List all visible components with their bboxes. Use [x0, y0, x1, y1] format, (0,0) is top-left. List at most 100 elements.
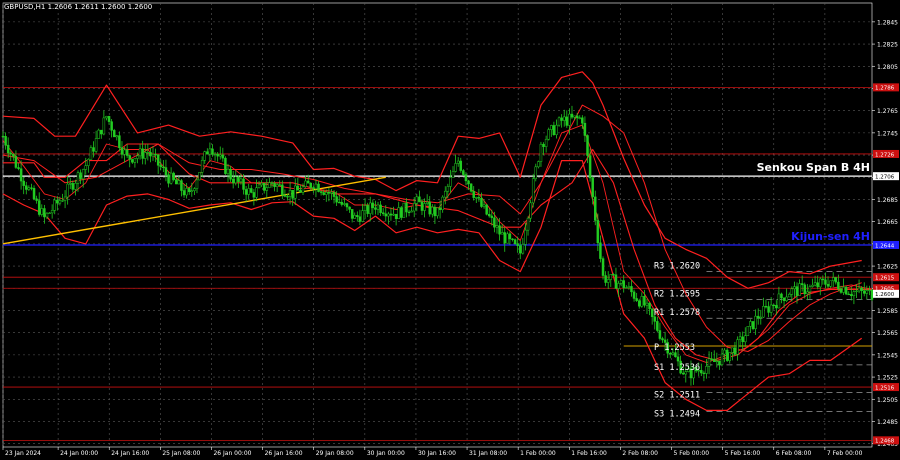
- candle-body: [286, 196, 289, 198]
- candle-body: [661, 338, 664, 341]
- y-tick-label: 1.2685: [877, 197, 898, 204]
- grid: [2, 2, 873, 448]
- x-tick-label: 1 Feb 00:00: [520, 450, 556, 457]
- candle-body: [84, 165, 88, 170]
- candle-body: [371, 202, 375, 209]
- candle-body: [808, 286, 812, 293]
- candle-body: [868, 289, 871, 292]
- candle-body: [350, 209, 354, 219]
- candle-body: [216, 153, 219, 157]
- candle-body: [495, 225, 499, 228]
- candle-body: [97, 129, 100, 139]
- candle-body: [250, 188, 253, 193]
- candle-body: [257, 184, 261, 189]
- price-chart[interactable]: 1.28451.28251.28051.27851.27651.27451.27…: [0, 0, 900, 460]
- candle-body: [275, 184, 279, 188]
- candle-body: [449, 177, 452, 187]
- candle-body: [369, 202, 372, 214]
- candle-body: [674, 352, 677, 358]
- candle-body: [291, 190, 294, 199]
- x-tick-label: 6 Feb 08:00: [776, 450, 812, 457]
- candle-body: [162, 166, 165, 169]
- candle-body: [676, 356, 680, 362]
- candle-body: [193, 188, 196, 191]
- candle-body: [669, 352, 672, 355]
- candle-body: [594, 196, 597, 221]
- candle-body: [224, 157, 227, 174]
- candle-body: [480, 198, 483, 207]
- candle-body: [451, 171, 455, 178]
- candle-body: [860, 287, 863, 291]
- candle-body: [459, 160, 463, 171]
- candle-body: [387, 213, 390, 217]
- candle-body: [606, 279, 610, 283]
- candle-body: [534, 166, 538, 179]
- candle-body: [356, 215, 359, 217]
- candle-body: [149, 152, 152, 157]
- y-tick-label: 1.2525: [877, 375, 898, 382]
- candle-body: [640, 296, 644, 307]
- candle-body: [456, 160, 460, 164]
- upper-band-line: [2, 71, 862, 289]
- candle-body: [327, 192, 331, 194]
- x-tick-label: 1 Feb 16:00: [571, 450, 607, 457]
- candle-body: [702, 372, 706, 375]
- candle-body: [4, 136, 7, 146]
- candle-body: [87, 159, 90, 166]
- candle-body: [806, 291, 809, 295]
- candle-body: [12, 153, 15, 157]
- candle-body: [221, 154, 225, 159]
- candle-body: [482, 204, 486, 207]
- pivot-label: P 1.2553: [654, 343, 695, 353]
- candle-body: [777, 293, 781, 309]
- candle-body: [195, 179, 199, 189]
- price-candles[interactable]: [1, 105, 874, 386]
- candle-body: [219, 154, 222, 157]
- candle-body: [681, 372, 685, 375]
- candle-body: [337, 201, 341, 204]
- candle-body: [304, 180, 307, 187]
- candle-body: [22, 180, 25, 186]
- candle-body: [226, 168, 230, 174]
- candle-body: [407, 211, 411, 214]
- candle-body: [376, 204, 380, 210]
- candle-body: [764, 306, 768, 308]
- candle-body: [614, 274, 618, 289]
- candle-body: [622, 280, 625, 288]
- candle-body: [870, 289, 874, 300]
- candle-body: [731, 347, 734, 353]
- candle-body: [43, 208, 46, 218]
- candle-body: [568, 113, 571, 126]
- candle-body: [9, 152, 13, 155]
- candle-body: [762, 306, 765, 318]
- candle-body: [115, 135, 119, 138]
- candle-body: [185, 188, 188, 196]
- candle-body: [800, 283, 804, 286]
- candle-body: [71, 183, 75, 190]
- candle-body: [309, 182, 313, 188]
- candle-body: [552, 125, 556, 135]
- candle-body: [508, 233, 512, 240]
- candle-body: [252, 192, 256, 198]
- x-tick-label: 25 Jan 08:00: [162, 450, 200, 457]
- lower-band-line: [2, 160, 863, 411]
- candle-body: [643, 296, 646, 306]
- candle-body: [244, 189, 248, 195]
- candle-body: [402, 202, 406, 218]
- pivot-label: S3 1.2494: [654, 409, 700, 419]
- y-tick-label: 1.2485: [877, 419, 898, 426]
- candle-body: [428, 201, 431, 215]
- candle-body: [110, 121, 113, 131]
- candle-body: [741, 336, 744, 343]
- candle-body: [591, 177, 594, 198]
- candle-body: [852, 291, 856, 297]
- candle-body: [159, 165, 163, 168]
- candle-body: [125, 149, 129, 156]
- candle-body: [578, 117, 581, 119]
- x-tick-label: 26 Jan 00:00: [213, 450, 251, 457]
- candle-body: [531, 178, 535, 204]
- candle-body: [172, 172, 175, 180]
- candle-body: [831, 277, 835, 281]
- candle-body: [389, 213, 393, 216]
- candle-body: [45, 213, 49, 218]
